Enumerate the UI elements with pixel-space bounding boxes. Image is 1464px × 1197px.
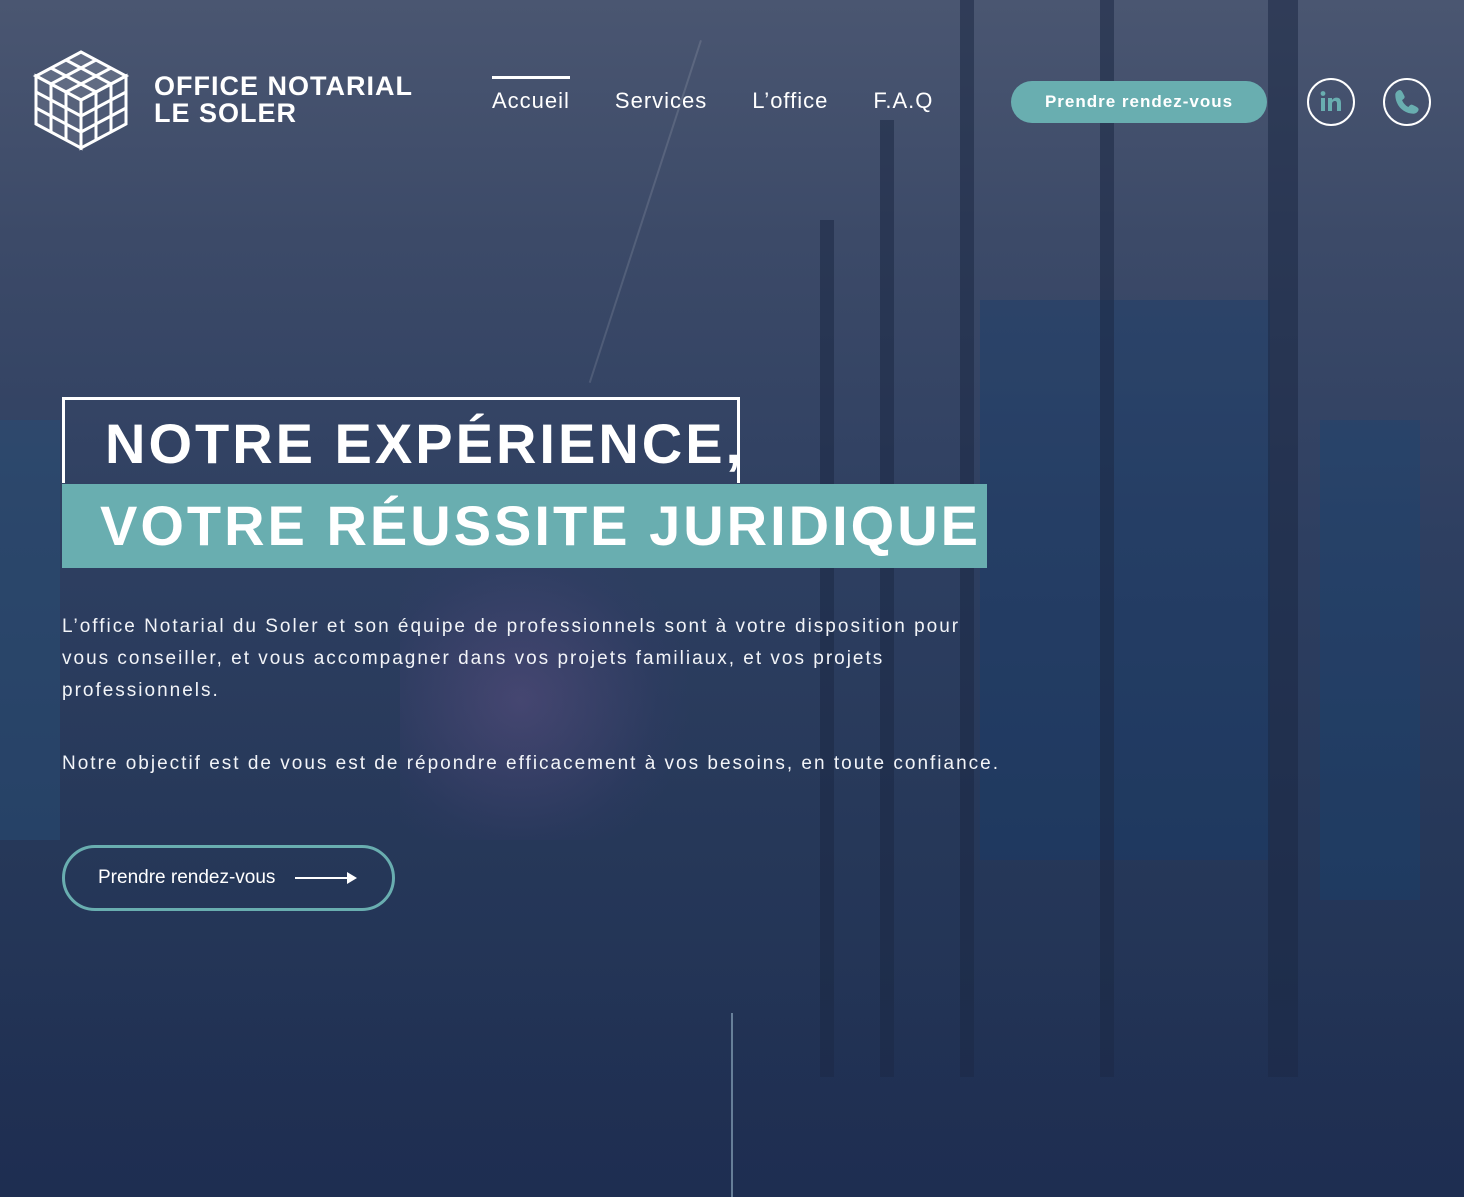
hero-title-banner: VOTRE RÉUSSITE JURIDIQUE: [62, 484, 987, 568]
brand-name: OFFICE NOTARIAL LE SOLER: [154, 73, 413, 127]
header-appointment-button[interactable]: Prendre rendez-vous: [1011, 81, 1267, 123]
nav-item-accueil[interactable]: Accueil: [492, 76, 570, 124]
arrow-right-icon: [295, 872, 358, 884]
site-header: OFFICE NOTARIAL LE SOLER Accueil Service…: [0, 0, 1464, 200]
linkedin-button[interactable]: [1307, 78, 1355, 126]
hero-appointment-button[interactable]: Prendre rendez-vous: [62, 845, 395, 911]
brand-name-line2: LE SOLER: [154, 98, 298, 128]
rubiks-cube-icon: [32, 50, 130, 151]
hero-appointment-label: Prendre rendez-vous: [98, 867, 276, 888]
scroll-indicator-line: [731, 1013, 733, 1197]
brand-name-line1: OFFICE NOTARIAL: [154, 71, 413, 101]
nav-item-services[interactable]: Services: [615, 76, 707, 124]
brand-logo[interactable]: OFFICE NOTARIAL LE SOLER: [32, 48, 413, 152]
hero-title-line1: NOTRE EXPÉRIENCE,: [105, 412, 745, 475]
nav-item-faq[interactable]: F.A.Q: [873, 76, 933, 124]
phone-button[interactable]: [1383, 78, 1431, 126]
page: OFFICE NOTARIAL LE SOLER Accueil Service…: [0, 0, 1464, 1197]
hero-title-frame: NOTRE EXPÉRIENCE,: [62, 397, 741, 483]
nav-item-office[interactable]: L’office: [752, 76, 828, 124]
hero-objective-paragraph: Notre objectif est de vous est de répond…: [62, 753, 1000, 774]
main-nav: Accueil Services L’office F.A.Q: [492, 76, 978, 124]
linkedin-icon: [1320, 91, 1341, 111]
hero-intro-paragraph: L’office Notarial du Soler et son équipe…: [62, 616, 961, 701]
hero-title-line2: VOTRE RÉUSSITE JURIDIQUE: [100, 494, 982, 557]
phone-icon: [1395, 90, 1419, 114]
